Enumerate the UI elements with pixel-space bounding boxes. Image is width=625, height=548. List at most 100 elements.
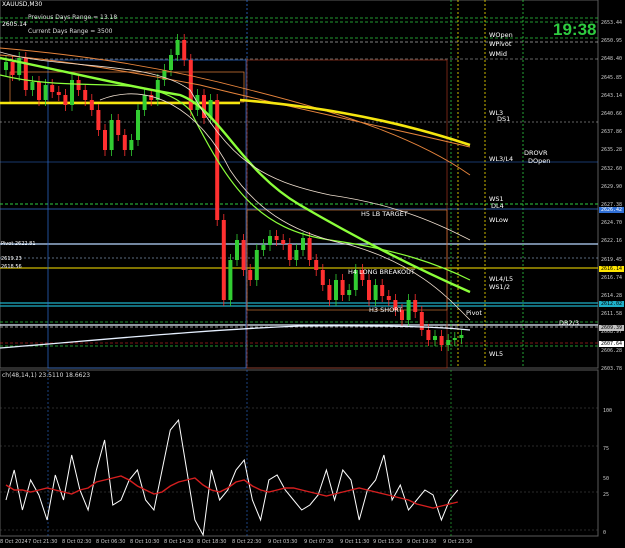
time-axis-label: 8 Oct 10:30	[130, 539, 160, 545]
candle-body	[367, 280, 371, 300]
candle-body	[228, 260, 233, 300]
price-axis-label: 2606.28	[601, 347, 623, 354]
candle-body	[334, 280, 338, 300]
candle-body	[380, 285, 385, 296]
candle-body	[254, 250, 259, 280]
candle-body	[281, 240, 286, 244]
prev-days-range: Previous Days Range = 13.18	[28, 14, 118, 21]
main-chart-frame	[0, 0, 599, 369]
level-wopen: WOpen	[489, 31, 513, 39]
candle-body	[241, 240, 246, 270]
clock-display: 19:38	[553, 20, 597, 39]
price-axis-label: 2640.66	[601, 111, 623, 117]
price-tag: 2626.42	[599, 207, 625, 213]
oscillator-header: ch(48,14,1) 23.5110 18.6623	[2, 372, 91, 379]
time-axis-label: 8 Oct 18:30	[197, 539, 227, 545]
price-axis-label: 2611.58	[601, 311, 623, 318]
candle-body	[413, 300, 418, 312]
candle-body	[426, 330, 431, 340]
time-axis-label: 9 Oct 07:30	[304, 539, 334, 545]
price-axis-label: 2635.28	[601, 147, 623, 154]
candle-body	[235, 240, 239, 260]
candle-body	[320, 270, 325, 285]
level-h3-short: H3 SHORT	[369, 306, 403, 314]
candle-body	[116, 120, 121, 135]
level-h4-long-breakout: H4 LONG BREAKOUT	[348, 268, 415, 276]
candle-body	[294, 250, 299, 260]
candle-body	[169, 55, 173, 70]
candle-body	[327, 285, 332, 300]
price-axis-label: 2619.45	[601, 256, 623, 263]
time-axis-label: 7 Oct 21:30	[28, 539, 58, 545]
time-axis-label: 8 Oct 22:30	[232, 539, 262, 545]
candle-body	[136, 110, 140, 140]
level-lb3: 2618.56	[1, 264, 22, 270]
time-axis-label: 8 Oct 2024	[0, 539, 28, 545]
price-tag: 2607.64	[599, 341, 625, 347]
candle-body	[142, 95, 147, 110]
candle-body	[340, 280, 345, 295]
time-axis-label: 9 Oct 19:30	[407, 539, 437, 545]
candle-body	[175, 40, 180, 55]
level-lb2: 2619.23	[1, 256, 22, 262]
price-axis-label: 2650.95	[601, 38, 623, 45]
level-drovr: DROVR	[524, 149, 548, 157]
time-axis-label: 9 Oct 11:30	[340, 539, 370, 545]
level-ds1: DS1	[497, 115, 511, 123]
price-axis-label: 2624.70	[601, 220, 623, 227]
price-axis-label: 2645.85	[601, 74, 623, 81]
oscillator-axis-label: 75	[603, 446, 610, 452]
candle-body	[386, 296, 391, 300]
oscillator-axis-label: 0	[603, 530, 607, 536]
candle-body	[373, 285, 378, 300]
level-dl4: DL4	[491, 202, 504, 210]
candle-body	[89, 100, 94, 110]
candle-body	[182, 40, 187, 60]
price-axis-label: 2643.14	[601, 92, 623, 99]
price-axis-label: 2632.60	[601, 165, 623, 172]
time-axis-label: 8 Oct 06:30	[96, 539, 126, 545]
price-axis-label: 2648.40	[601, 56, 623, 63]
price-axis-label: 2653.44	[601, 20, 623, 26]
oscillator-axis-label: 25	[603, 492, 610, 498]
candle-body	[10, 62, 15, 75]
candle-body	[307, 238, 312, 260]
price-tag: 2616.14	[599, 266, 625, 272]
candle-body	[452, 338, 457, 340]
header-line3: 2605.14	[2, 21, 27, 28]
oscillator-frame	[0, 369, 599, 537]
candle-body	[268, 236, 272, 245]
candle-body	[37, 82, 41, 100]
candle-body	[109, 120, 114, 150]
candle-body	[439, 336, 444, 345]
candle-body	[122, 135, 127, 150]
candle-body	[301, 238, 305, 250]
candle-body	[287, 244, 292, 260]
level-wpivot: WPivot	[489, 40, 512, 48]
candle-body	[56, 92, 61, 95]
level-dopen: DOpen	[528, 157, 551, 165]
chart-canvas[interactable]	[0, 0, 625, 548]
candle-body	[459, 335, 464, 338]
oscillator-axis-label: 50	[603, 476, 610, 482]
oscillator-axis-label: 100	[603, 408, 613, 414]
time-axis-label: 8 Oct 14:30	[164, 539, 194, 545]
level-ws12: WS1/2	[489, 283, 511, 291]
level-wl4l5: WL4/L5	[489, 275, 514, 283]
candle-body	[43, 85, 48, 100]
candle-body	[129, 140, 134, 150]
symbol-title: XAUUSD,M30	[2, 1, 43, 8]
candle-body	[221, 220, 226, 300]
candle-body	[103, 130, 107, 150]
time-axis-label: 9 Oct 03:30	[268, 539, 298, 545]
price-axis-label: 2637.86	[601, 129, 623, 136]
price-tag: 2609.39	[599, 325, 625, 331]
candle-body	[248, 270, 253, 280]
candle-body	[274, 236, 279, 240]
level-dr23: DR2/3	[559, 319, 579, 327]
price-axis-label: 2622.16	[601, 238, 623, 245]
price-tag: 2612.02	[599, 301, 625, 307]
level-wl3l4: WL3/L4	[489, 155, 514, 163]
candle-body	[63, 95, 68, 105]
level-pivot: Pivot	[466, 309, 482, 317]
